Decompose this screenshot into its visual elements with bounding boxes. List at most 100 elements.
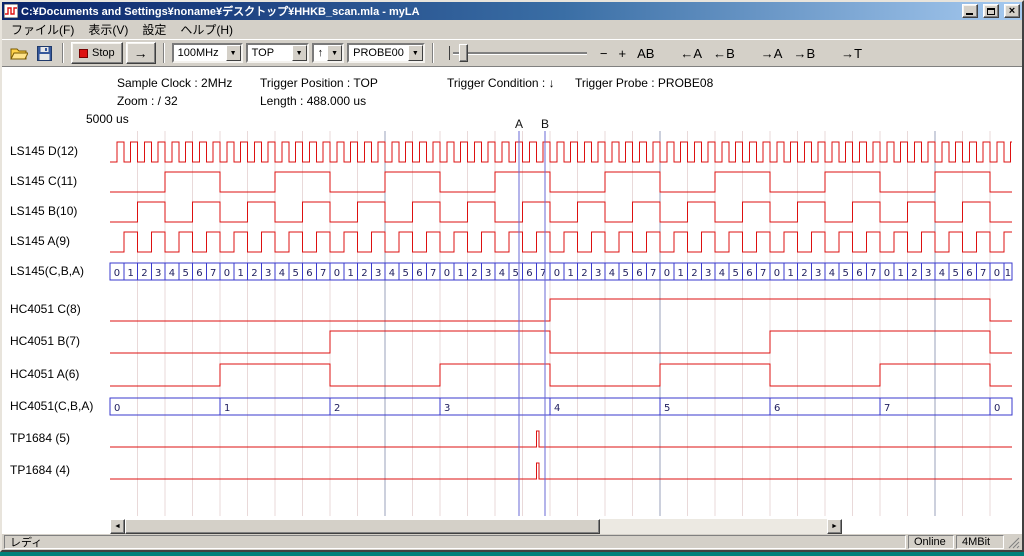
time-offset-label: 5000 us [86,112,129,126]
trigger-probe-select[interactable]: PROBE00 ▼ [347,43,425,63]
bus-wave-8 [110,398,1012,415]
bus-value: 5 [292,268,298,279]
waveform-display[interactable]: 0123456701234567012345670123456701234567… [2,67,1022,534]
bus-value: 4 [829,268,835,279]
bus-value: 0 [994,268,1000,279]
minimize-icon [966,13,973,15]
length-info: Length : 488.000 us [260,94,366,108]
minimize-button[interactable] [962,4,978,18]
bus-value: 4 [609,268,615,279]
chevron-down-icon[interactable]: ▼ [408,45,423,61]
close-button[interactable]: × [1004,4,1020,18]
bus-value: 4 [719,268,725,279]
title-bar[interactable]: C:¥Documents and Settings¥noname¥デスクトップ¥… [2,2,1022,20]
bus-value: 0 [664,268,670,279]
zoom-ab-button[interactable]: AB [633,44,658,63]
bus-value: 6 [196,268,202,279]
bus-value: 2 [691,268,697,279]
app-window: C:¥Documents and Settings¥noname¥デスクトップ¥… [0,0,1024,552]
bus-value: 6 [306,268,312,279]
memory-size: 4MBit [956,535,1004,549]
scroll-left-icon[interactable]: ◄ [110,519,125,534]
zoom-out-button[interactable]: − [596,44,612,63]
bus-value: 7 [210,268,216,279]
bus-value: 1 [1005,268,1011,279]
scroll-right-icon[interactable]: ► [827,519,842,534]
resize-grip[interactable] [1006,535,1020,549]
bus-value: 3 [444,403,450,414]
stop-button[interactable]: Stop [71,42,123,64]
run-step-button[interactable]: → [126,42,156,64]
close-icon: × [1009,6,1015,16]
chevron-down-icon[interactable]: ▼ [226,45,241,61]
status-message: レディ [4,535,906,549]
chevron-down-icon[interactable]: ▼ [327,45,342,61]
signal-wave-6 [110,331,1012,353]
move-cursor-b-left-button[interactable]: ←B [709,44,739,63]
bus-value: 2 [801,268,807,279]
bus-value: 0 [114,268,120,279]
signal-wave-0 [110,142,1012,162]
stop-label: Stop [92,47,115,59]
bus-value: 1 [224,403,230,414]
trigger-position-value: TOP [248,45,292,61]
trigger-probe-value: PROBE00 [349,45,408,61]
scroll-thumb[interactable] [125,519,600,534]
bus-value: 7 [320,268,326,279]
signal-wave-5 [110,299,1012,321]
menu-bar: ファイル(F) 表示(V) 設定 ヘルプ(H) [2,20,1022,39]
trigger-position-select[interactable]: TOP ▼ [246,43,309,63]
goto-trigger-button[interactable]: →T [837,44,866,63]
trigger-edge-select[interactable]: ↑ ▼ [312,43,345,63]
bus-value: 6 [636,268,642,279]
zoom-in-button[interactable]: + [614,44,630,63]
run-arrow-icon: → [134,45,148,61]
bus-value: 4 [499,268,505,279]
signal-wave-2 [110,202,1012,222]
bus-value: 0 [444,268,450,279]
save-icon[interactable] [33,42,55,64]
connection-status: Online [908,535,954,549]
waveform-panel: 0123456701234567012345670123456701234567… [2,67,1022,534]
bus-value: 0 [994,403,1000,414]
open-icon[interactable] [8,42,30,64]
menu-view[interactable]: 表示(V) [81,20,135,39]
maximize-button[interactable] [983,4,999,18]
bus-value: 4 [554,403,560,414]
horizontal-scrollbar[interactable]: ◄ ► [110,519,842,534]
bus-value: 1 [347,268,353,279]
bus-value: 1 [237,268,243,279]
chevron-down-icon[interactable]: ▼ [292,45,307,61]
bus-value: 3 [595,268,601,279]
signal-wave-1 [110,172,1012,192]
bus-value: 0 [554,268,560,279]
zoom-slider-track[interactable] [453,52,587,54]
bus-value: 3 [265,268,271,279]
sample-clock-info: Sample Clock : 2MHz [117,76,232,90]
menu-settings[interactable]: 設定 [135,20,173,39]
sample-clock-select[interactable]: 100MHz ▼ [172,43,243,63]
bus-value: 3 [925,268,931,279]
scroll-track[interactable] [125,519,827,534]
bus-value: 3 [815,268,821,279]
bus-value: 7 [430,268,436,279]
zoom-slider-thumb[interactable] [459,44,468,62]
move-cursor-a-left-button[interactable]: ←A [676,44,706,63]
trigger-condition-info: Trigger Condition : ↓ [447,76,555,90]
zoom-slider-end-tick [449,46,450,60]
bus-value: 1 [677,268,683,279]
toolbar: Stop → 100MHz ▼ TOP ▼ ↑ ▼ PROBE00 ▼ − + [2,39,1022,67]
menu-file[interactable]: ファイル(F) [4,20,81,39]
bus-value: 0 [334,268,340,279]
bus-value: 5 [182,268,188,279]
bus-value: 5 [842,268,848,279]
bus-value: 4 [389,268,395,279]
toolbar-separator [163,43,165,63]
move-cursor-a-right-button[interactable]: →A [757,44,787,63]
zoom-info: Zoom : / 32 [117,94,178,108]
menu-help[interactable]: ヘルプ(H) [173,20,240,39]
bus-value: 1 [127,268,133,279]
zoom-slider[interactable] [447,42,587,64]
move-cursor-b-right-button[interactable]: →B [789,44,819,63]
stop-icon [79,49,88,58]
